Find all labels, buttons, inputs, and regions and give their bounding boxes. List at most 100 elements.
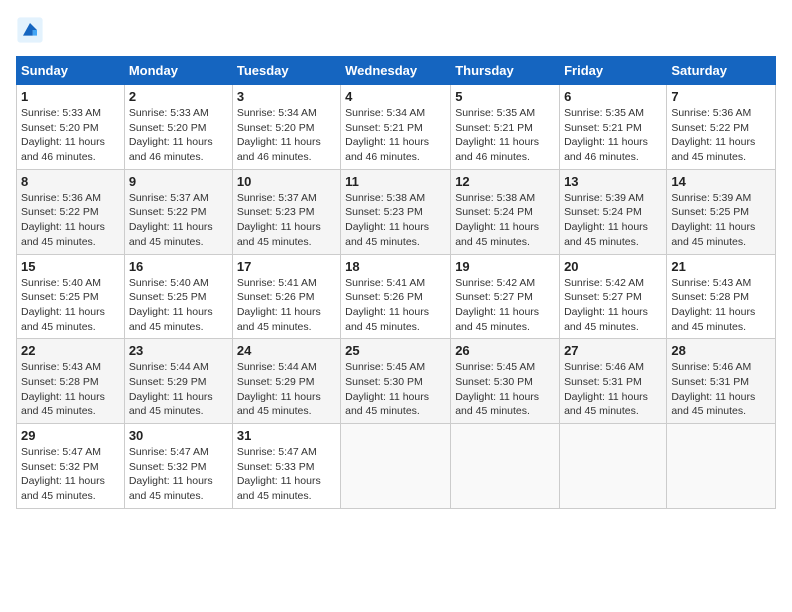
day-number: 7	[671, 89, 771, 104]
calendar-cell: 4 Sunrise: 5:34 AMSunset: 5:21 PMDaylight…	[341, 85, 451, 170]
day-info: Sunrise: 5:46 AMSunset: 5:31 PMDaylight:…	[671, 360, 771, 419]
day-number: 8	[21, 174, 120, 189]
day-number: 13	[564, 174, 662, 189]
day-info: Sunrise: 5:41 AMSunset: 5:26 PMDaylight:…	[237, 276, 336, 335]
calendar-week: 15 Sunrise: 5:40 AMSunset: 5:25 PMDayligh…	[17, 254, 776, 339]
day-info: Sunrise: 5:33 AMSunset: 5:20 PMDaylight:…	[21, 106, 120, 165]
calendar-week: 22 Sunrise: 5:43 AMSunset: 5:28 PMDayligh…	[17, 339, 776, 424]
day-info: Sunrise: 5:35 AMSunset: 5:21 PMDaylight:…	[455, 106, 555, 165]
calendar-cell: 2 Sunrise: 5:33 AMSunset: 5:20 PMDaylight…	[124, 85, 232, 170]
day-number: 2	[129, 89, 228, 104]
calendar-cell: 27Sunrise: 5:46 AMSunset: 5:31 PMDayligh…	[560, 339, 667, 424]
calendar-cell: 21 Sunrise: 5:43 AMSunset: 5:28 PMDayligh…	[667, 254, 776, 339]
col-tuesday: Tuesday	[232, 57, 340, 85]
calendar-cell: 13 Sunrise: 5:39 AMSunset: 5:24 PMDayligh…	[560, 169, 667, 254]
calendar-cell: 22 Sunrise: 5:43 AMSunset: 5:28 PMDayligh…	[17, 339, 125, 424]
col-monday: Monday	[124, 57, 232, 85]
day-info: Sunrise: 5:45 AMSunset: 5:30 PMDaylight:…	[455, 360, 555, 419]
calendar-cell: 29 Sunrise: 5:47 AMSunset: 5:32 PMDayligh…	[17, 424, 125, 509]
calendar-cell: 11Sunrise: 5:38 AMSunset: 5:23 PMDayligh…	[341, 169, 451, 254]
calendar-cell: 9Sunrise: 5:37 AMSunset: 5:22 PMDaylight…	[124, 169, 232, 254]
day-info: Sunrise: 5:46 AMSunset: 5:31 PMDaylight:…	[564, 360, 662, 419]
day-number: 5	[455, 89, 555, 104]
calendar-cell: 12 Sunrise: 5:38 AMSunset: 5:24 PMDayligh…	[451, 169, 560, 254]
day-number: 23	[129, 343, 228, 358]
day-info: Sunrise: 5:37 AMSunset: 5:22 PMDaylight:…	[129, 191, 228, 250]
day-number: 14	[671, 174, 771, 189]
day-info: Sunrise: 5:41 AMSunset: 5:26 PMDaylight:…	[345, 276, 446, 335]
day-info: Sunrise: 5:38 AMSunset: 5:24 PMDaylight:…	[455, 191, 555, 250]
day-info: Sunrise: 5:47 AMSunset: 5:32 PMDaylight:…	[21, 445, 120, 504]
day-info: Sunrise: 5:43 AMSunset: 5:28 PMDaylight:…	[21, 360, 120, 419]
calendar-cell: 6Sunrise: 5:35 AMSunset: 5:21 PMDaylight…	[560, 85, 667, 170]
day-info: Sunrise: 5:38 AMSunset: 5:23 PMDaylight:…	[345, 191, 446, 250]
header-row: Sunday Monday Tuesday Wednesday Thursday…	[17, 57, 776, 85]
day-number: 29	[21, 428, 120, 443]
calendar-cell: 24Sunrise: 5:44 AMSunset: 5:29 PMDayligh…	[232, 339, 340, 424]
day-info: Sunrise: 5:47 AMSunset: 5:32 PMDaylight:…	[129, 445, 228, 504]
calendar-cell: 14 Sunrise: 5:39 AMSunset: 5:25 PMDayligh…	[667, 169, 776, 254]
logo	[16, 16, 48, 44]
day-number: 30	[129, 428, 228, 443]
day-info: Sunrise: 5:39 AMSunset: 5:24 PMDaylight:…	[564, 191, 662, 250]
day-number: 18	[345, 259, 446, 274]
calendar-week: 1 Sunrise: 5:33 AMSunset: 5:20 PMDaylight…	[17, 85, 776, 170]
day-number: 24	[237, 343, 336, 358]
day-number: 28	[671, 343, 771, 358]
day-info: Sunrise: 5:34 AMSunset: 5:21 PMDaylight:…	[345, 106, 446, 165]
day-info: Sunrise: 5:42 AMSunset: 5:27 PMDaylight:…	[564, 276, 662, 335]
day-number: 20	[564, 259, 662, 274]
day-info: Sunrise: 5:33 AMSunset: 5:20 PMDaylight:…	[129, 106, 228, 165]
day-number: 21	[671, 259, 771, 274]
day-number: 1	[21, 89, 120, 104]
calendar-cell: 28 Sunrise: 5:46 AMSunset: 5:31 PMDayligh…	[667, 339, 776, 424]
calendar-cell: 10 Sunrise: 5:37 AMSunset: 5:23 PMDayligh…	[232, 169, 340, 254]
day-number: 10	[237, 174, 336, 189]
calendar-cell: 1 Sunrise: 5:33 AMSunset: 5:20 PMDaylight…	[17, 85, 125, 170]
calendar-cell: 31Sunrise: 5:47 AMSunset: 5:33 PMDayligh…	[232, 424, 340, 509]
day-info: Sunrise: 5:36 AMSunset: 5:22 PMDaylight:…	[21, 191, 120, 250]
day-number: 26	[455, 343, 555, 358]
day-info: Sunrise: 5:40 AMSunset: 5:25 PMDaylight:…	[129, 276, 228, 335]
day-number: 4	[345, 89, 446, 104]
col-saturday: Saturday	[667, 57, 776, 85]
col-wednesday: Wednesday	[341, 57, 451, 85]
day-info: Sunrise: 5:34 AMSunset: 5:20 PMDaylight:…	[237, 106, 336, 165]
calendar-week: 29 Sunrise: 5:47 AMSunset: 5:32 PMDayligh…	[17, 424, 776, 509]
calendar-cell	[341, 424, 451, 509]
calendar-table: Sunday Monday Tuesday Wednesday Thursday…	[16, 56, 776, 509]
day-number: 16	[129, 259, 228, 274]
day-number: 22	[21, 343, 120, 358]
calendar-cell: 25 Sunrise: 5:45 AMSunset: 5:30 PMDayligh…	[341, 339, 451, 424]
calendar-cell: 23 Sunrise: 5:44 AMSunset: 5:29 PMDayligh…	[124, 339, 232, 424]
day-info: Sunrise: 5:39 AMSunset: 5:25 PMDaylight:…	[671, 191, 771, 250]
calendar-week: 8 Sunrise: 5:36 AMSunset: 5:22 PMDaylight…	[17, 169, 776, 254]
header	[16, 16, 776, 44]
day-info: Sunrise: 5:43 AMSunset: 5:28 PMDaylight:…	[671, 276, 771, 335]
calendar-cell	[451, 424, 560, 509]
calendar-cell: 18 Sunrise: 5:41 AMSunset: 5:26 PMDayligh…	[341, 254, 451, 339]
day-number: 15	[21, 259, 120, 274]
logo-icon	[16, 16, 44, 44]
calendar-cell: 17 Sunrise: 5:41 AMSunset: 5:26 PMDayligh…	[232, 254, 340, 339]
calendar-cell: 20 Sunrise: 5:42 AMSunset: 5:27 PMDayligh…	[560, 254, 667, 339]
day-info: Sunrise: 5:37 AMSunset: 5:23 PMDaylight:…	[237, 191, 336, 250]
day-number: 19	[455, 259, 555, 274]
day-number: 25	[345, 343, 446, 358]
calendar-cell: 7Sunrise: 5:36 AMSunset: 5:22 PMDaylight…	[667, 85, 776, 170]
col-sunday: Sunday	[17, 57, 125, 85]
day-number: 12	[455, 174, 555, 189]
calendar-cell: 19 Sunrise: 5:42 AMSunset: 5:27 PMDayligh…	[451, 254, 560, 339]
calendar-cell: 16 Sunrise: 5:40 AMSunset: 5:25 PMDayligh…	[124, 254, 232, 339]
col-friday: Friday	[560, 57, 667, 85]
day-number: 6	[564, 89, 662, 104]
day-number: 3	[237, 89, 336, 104]
day-info: Sunrise: 5:40 AMSunset: 5:25 PMDaylight:…	[21, 276, 120, 335]
day-number: 17	[237, 259, 336, 274]
day-info: Sunrise: 5:47 AMSunset: 5:33 PMDaylight:…	[237, 445, 336, 504]
day-info: Sunrise: 5:42 AMSunset: 5:27 PMDaylight:…	[455, 276, 555, 335]
day-info: Sunrise: 5:44 AMSunset: 5:29 PMDaylight:…	[129, 360, 228, 419]
day-info: Sunrise: 5:45 AMSunset: 5:30 PMDaylight:…	[345, 360, 446, 419]
calendar-cell: 26 Sunrise: 5:45 AMSunset: 5:30 PMDayligh…	[451, 339, 560, 424]
calendar-cell: 30 Sunrise: 5:47 AMSunset: 5:32 PMDayligh…	[124, 424, 232, 509]
